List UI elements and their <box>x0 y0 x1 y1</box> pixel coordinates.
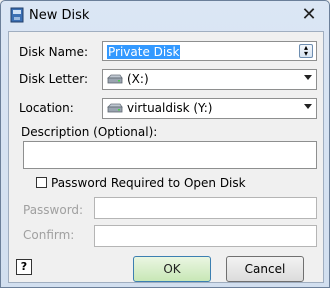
disk-letter-select[interactable]: (X:) <box>102 69 317 90</box>
window-title: New Disk <box>29 8 90 23</box>
disk-name-field[interactable]: Private Disk ▴ ▾ <box>102 41 317 61</box>
password-label: Password: <box>23 203 84 217</box>
chevron-down-icon[interactable] <box>304 104 312 109</box>
drive-icon <box>107 103 123 113</box>
dialog-body: Disk Name: Private Disk ▴ ▾ Disk Letter: … <box>8 31 324 283</box>
disk-letter-value: (X:) <box>127 72 149 86</box>
description-label: Description (Optional): <box>21 125 158 139</box>
disk-letter-label: Disk Letter: <box>19 72 89 86</box>
drive-icon <box>107 74 123 84</box>
description-field[interactable] <box>23 141 317 169</box>
location-value: virtualdisk (Y:) <box>127 101 213 115</box>
password-required-label[interactable]: Password Required to Open Disk <box>51 176 246 190</box>
close-icon[interactable]: ✕ <box>297 5 321 25</box>
title-bar[interactable]: New Disk ✕ <box>1 1 329 31</box>
confirm-field[interactable] <box>94 225 317 247</box>
spinner-icon[interactable]: ▴ ▾ <box>299 44 313 58</box>
new-disk-dialog: New Disk ✕ Disk Name: Private Disk ▴ ▾ Di… <box>0 0 330 288</box>
password-field[interactable] <box>94 197 317 219</box>
chevron-down-icon[interactable] <box>304 75 312 80</box>
disk-name-value: Private Disk <box>107 45 181 59</box>
location-select[interactable]: virtualdisk (Y:) <box>102 98 317 119</box>
location-label: Location: <box>19 101 74 115</box>
help-button[interactable]: ? <box>16 259 32 275</box>
disk-name-label: Disk Name: <box>19 45 89 59</box>
cancel-button[interactable]: Cancel <box>226 256 304 282</box>
ok-button[interactable]: OK <box>133 256 211 282</box>
confirm-label: Confirm: <box>23 228 75 242</box>
password-required-checkbox[interactable] <box>36 177 47 188</box>
disk-app-icon <box>10 7 24 23</box>
